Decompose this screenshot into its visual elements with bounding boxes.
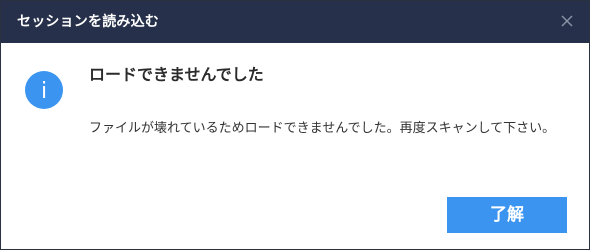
dialog-heading: ロードできませんでした <box>89 65 264 84</box>
dialog-message: ファイルが壊れているためロードできませんでした。再度スキャンして下さい。 <box>89 121 556 136</box>
info-icon-glyph: i <box>41 79 47 104</box>
error-dialog: セッションを読み込む i ロードできませんでした ファイルが壊れているためロード… <box>0 0 590 250</box>
title-bar: セッションを読み込む <box>1 1 589 43</box>
window-title: セッションを読み込む <box>17 14 159 30</box>
ok-button[interactable]: 了解 <box>447 197 567 233</box>
close-icon <box>561 15 573 27</box>
close-button[interactable] <box>559 13 575 29</box>
info-icon: i <box>25 71 63 109</box>
